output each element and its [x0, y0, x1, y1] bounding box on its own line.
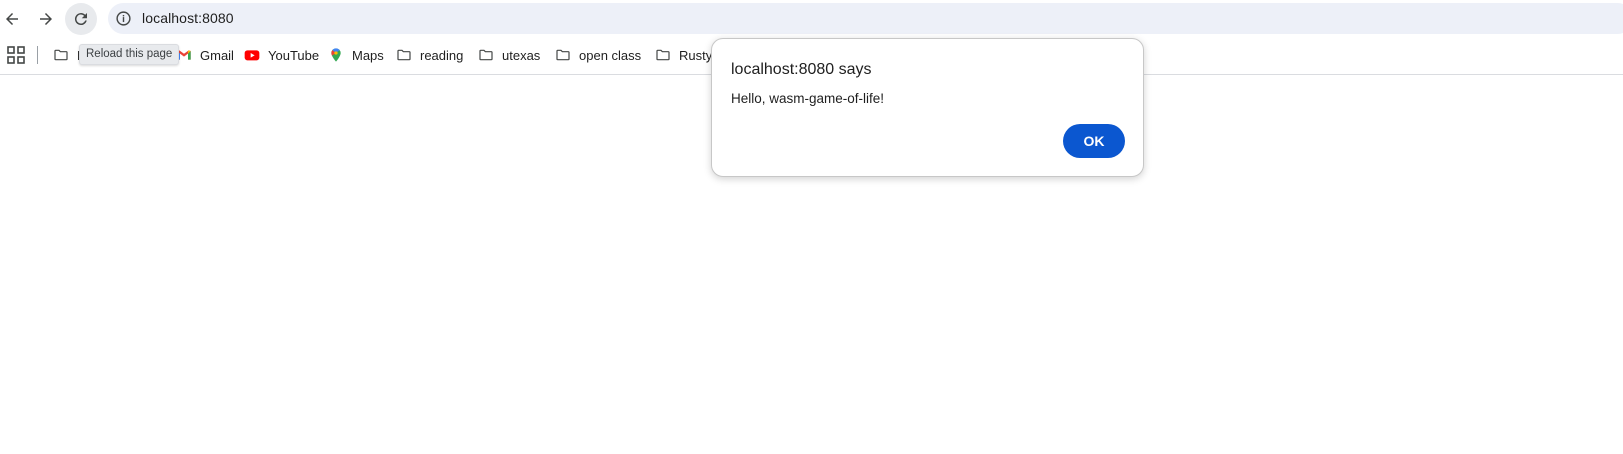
reload-icon [74, 13, 87, 26]
maps-icon [331, 48, 341, 62]
reload-tooltip: Reload this page [79, 44, 180, 65]
bookmark-label: open class [579, 47, 642, 63]
bookmark-folder-rusty[interactable]: Rusty [655, 45, 712, 65]
bookmark-youtube[interactable]: YouTube [244, 45, 319, 65]
address-bar[interactable]: localhost:8080 [108, 3, 1623, 34]
reload-button[interactable] [65, 3, 97, 35]
alert-dialog: localhost:8080 says Hello, wasm-game-of-… [711, 38, 1144, 177]
bookmark-label: Rusty [679, 47, 713, 63]
bookmark-folder-reading[interactable]: reading [396, 45, 463, 65]
dialog-message: Hello, wasm-game-of-life! [731, 91, 885, 106]
dialog-title: localhost:8080 says [731, 61, 872, 78]
bookmark-label: Maps [352, 47, 384, 63]
bookmark-gmail[interactable]: Gmail [176, 45, 234, 65]
folder-icon [397, 49, 411, 61]
youtube-icon [244, 50, 260, 61]
forward-button[interactable] [30, 3, 62, 35]
folder-icon [54, 49, 68, 61]
url-text[interactable]: localhost:8080 [142, 10, 234, 26]
bookmark-label: utexas [502, 47, 541, 63]
folder-icon [479, 49, 493, 61]
bookmark-label: Gmail [200, 47, 234, 63]
folder-icon [656, 49, 670, 61]
arrow-right-icon [40, 13, 52, 25]
bookmark-label: YouTube [268, 47, 320, 63]
back-button[interactable] [0, 3, 28, 35]
browser-toolbar: localhost:8080 [0, 0, 1623, 37]
bookmarks-separator [37, 46, 38, 64]
apps-grid-icon[interactable] [7, 46, 25, 64]
bookmark-label: reading [420, 47, 464, 63]
bookmark-folder-open-class[interactable]: open class [555, 45, 641, 65]
info-icon[interactable] [115, 10, 132, 27]
ok-button[interactable]: OK [1063, 124, 1125, 158]
bookmark-folder-utexas[interactable]: utexas [478, 45, 540, 65]
folder-icon [556, 49, 570, 61]
bookmark-maps[interactable]: Maps [328, 45, 384, 65]
arrow-left-icon [6, 13, 18, 25]
